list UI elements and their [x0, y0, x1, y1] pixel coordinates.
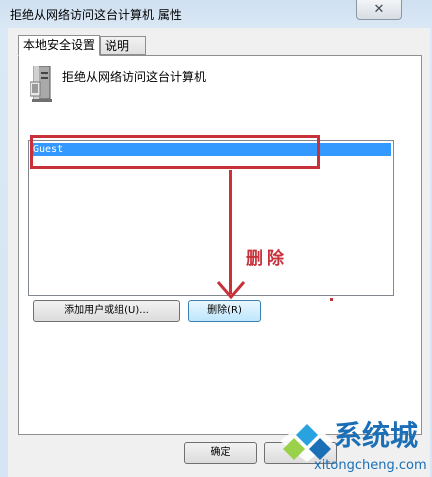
button-label: 添加用户或组(U)... [64, 305, 149, 316]
annotation-arrow-shaft [229, 170, 232, 294]
watermark: 系统城 xitongcheng.com [278, 414, 432, 477]
watermark-name: 系统城 [334, 419, 419, 452]
remove-button[interactable]: 删除(R) [188, 300, 261, 322]
tab-label: 说明 [105, 39, 130, 53]
tab-local-security-setting[interactable]: 本地安全设置 [18, 35, 100, 56]
close-button[interactable]: ✕ [356, 0, 402, 20]
watermark-url: xitongcheng.com [314, 458, 427, 473]
tab-explain[interactable]: 说明 [100, 36, 146, 55]
window-title: 拒绝从网络访问这台计算机 属性 [10, 8, 182, 22]
dialog-client-area: 本地安全设置 说明 拒绝从网络访问这台计算机 Guest 添加用户或组(U)..… [8, 28, 430, 477]
button-label: 确定 [210, 447, 231, 458]
button-label: 删除(R) [207, 305, 242, 316]
annotation-label: 删除 [246, 249, 288, 269]
arrow-down-icon [216, 281, 246, 300]
properties-window: 拒绝从网络访问这台计算机 属性 ✕ 本地安全设置 说明 拒绝从网络访问这台计算机… [0, 0, 432, 477]
ok-button[interactable]: 确定 [184, 442, 257, 464]
tab-label: 本地安全设置 [23, 38, 96, 52]
server-computer-icon [30, 66, 52, 102]
annotation-dot [330, 298, 333, 301]
policy-title: 拒绝从网络访问这台计算机 [62, 70, 207, 84]
close-icon: ✕ [373, 1, 385, 17]
annotation-highlight-box [30, 135, 320, 169]
add-user-or-group-button[interactable]: 添加用户或组(U)... [33, 300, 180, 322]
title-bar[interactable]: 拒绝从网络访问这台计算机 属性 ✕ [0, 0, 432, 28]
